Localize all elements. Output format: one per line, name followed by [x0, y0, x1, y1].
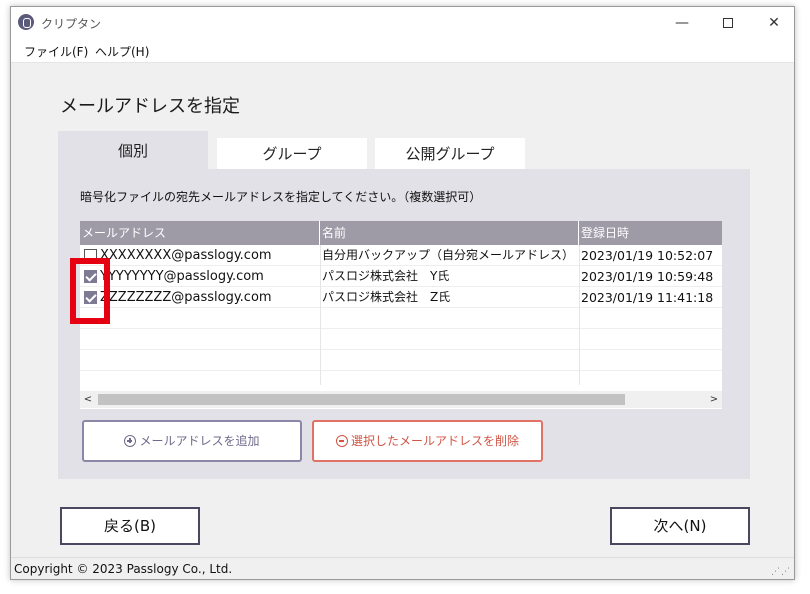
- table-row[interactable]: XXXXXXXX@passlogy.com 自分用バックアップ（自分宛メールアド…: [80, 245, 722, 266]
- add-address-label: メールアドレスを追加: [139, 434, 260, 448]
- row-date: 2023/01/19 11:41:18: [581, 290, 714, 305]
- status-bar: Copyright © 2023 Passlogy Co., Ltd. ⋰⋰: [11, 557, 794, 579]
- menu-bar: ファイル(F) ヘルプ(H): [11, 39, 794, 63]
- column-divider: [579, 245, 580, 385]
- minus-circle-icon: [335, 435, 348, 447]
- resize-grip-icon[interactable]: ⋰⋰: [771, 567, 791, 577]
- menu-help[interactable]: ヘルプ(H): [95, 43, 149, 60]
- minimize-button[interactable]: —: [659, 7, 705, 39]
- add-address-button[interactable]: メールアドレスを追加: [82, 420, 302, 462]
- tab-public-group[interactable]: 公開グループ: [375, 138, 525, 170]
- tab-group[interactable]: グループ: [217, 138, 367, 170]
- table-row[interactable]: YYYYYYYY@passlogy.com パスロジ株式会社 Y氏 2023/0…: [80, 266, 722, 287]
- row-name: パスロジ株式会社 Y氏: [322, 269, 450, 283]
- scrollbar-thumb[interactable]: [98, 394, 625, 405]
- row-email: ZZZZZZZZ@passlogy.com: [100, 290, 272, 305]
- column-divider: [320, 245, 321, 385]
- row-date: 2023/01/19 10:52:07: [581, 248, 714, 263]
- delete-address-button[interactable]: 選択したメールアドレスを削除: [312, 420, 543, 462]
- row-email: YYYYYYYY@passlogy.com: [100, 269, 264, 284]
- close-button[interactable]: ✕: [751, 7, 794, 39]
- row-name: 自分用バックアップ（自分宛メールアドレス）: [322, 248, 575, 262]
- table-row-empty: [80, 308, 722, 329]
- scroll-left-icon[interactable]: <: [80, 391, 96, 408]
- horizontal-scrollbar[interactable]: < >: [80, 391, 722, 408]
- address-table: メールアドレス 名前 登録日時 XXXXXXXX@passlogy.com 自分…: [80, 221, 722, 409]
- window-title: クリプタン: [41, 17, 102, 31]
- maximize-icon: [723, 18, 733, 28]
- delete-address-label: 選択したメールアドレスを削除: [350, 434, 519, 448]
- table-row-empty: [80, 329, 722, 350]
- scroll-right-icon[interactable]: >: [706, 391, 722, 408]
- row-name: パスロジ株式会社 Z氏: [322, 290, 451, 304]
- app-window: クリプタン — ✕ ファイル(F) ヘルプ(H) メールアドレスを指定 個別 グ…: [10, 6, 795, 580]
- table-row[interactable]: ZZZZZZZZ@passlogy.com パスロジ株式会社 Z氏 2023/0…: [80, 287, 722, 308]
- back-button[interactable]: 戻る(B): [60, 507, 200, 545]
- maximize-button[interactable]: [705, 7, 751, 39]
- column-header-name[interactable]: 名前: [320, 221, 579, 245]
- title-bar: クリプタン — ✕: [11, 7, 794, 39]
- column-header-date[interactable]: 登録日時: [579, 221, 722, 245]
- column-header-email[interactable]: メールアドレス: [80, 221, 320, 245]
- menu-file[interactable]: ファイル(F): [24, 43, 88, 60]
- row-date: 2023/01/19 10:59:48: [581, 269, 714, 284]
- copyright-text: Copyright © 2023 Passlogy Co., Ltd.: [14, 562, 233, 576]
- plus-circle-icon: [124, 435, 137, 447]
- page-title: メールアドレスを指定: [60, 96, 240, 117]
- app-logo-icon: [18, 14, 34, 30]
- next-button[interactable]: 次へ(N): [610, 507, 750, 545]
- instruction-text: 暗号化ファイルの宛先メールアドレスを指定してください。（複数選択可）: [80, 190, 482, 204]
- table-row-empty: [80, 350, 722, 371]
- checkbox-highlight-box: [70, 258, 110, 324]
- table-header: メールアドレス 名前 登録日時: [80, 221, 722, 245]
- row-email: XXXXXXXX@passlogy.com: [100, 248, 272, 263]
